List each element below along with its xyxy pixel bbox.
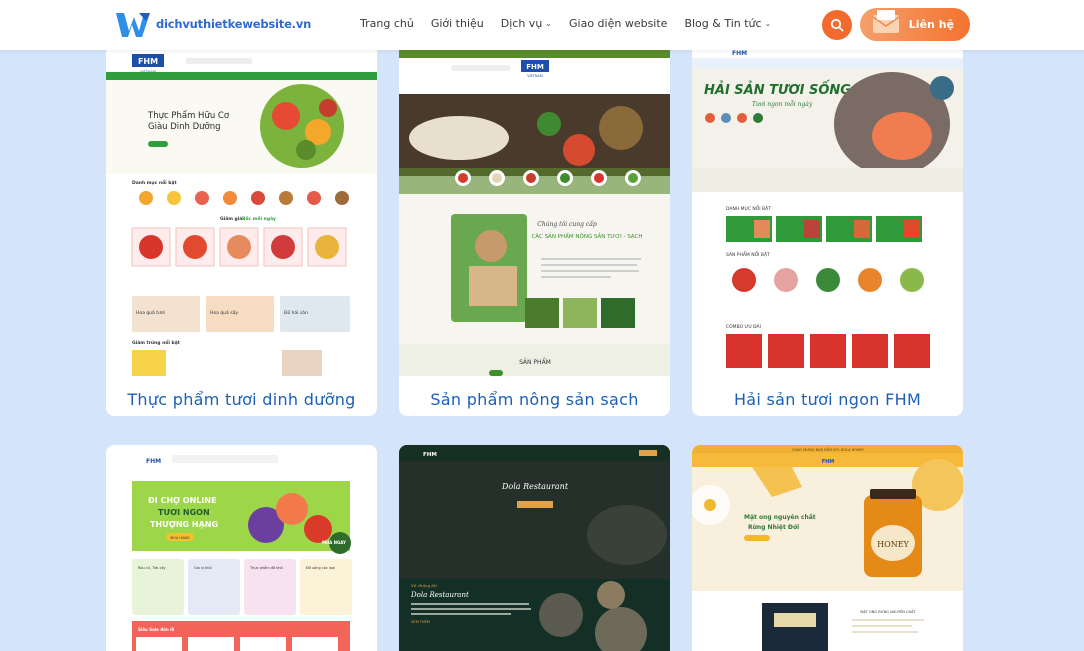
preview-section-title: COMBO ƯU ĐÃI	[726, 323, 761, 330]
search-icon	[830, 18, 844, 32]
preview-category: Đồ uống các loại	[306, 566, 335, 570]
preview-section-highlight: Bốc mỗi ngày	[242, 215, 276, 222]
preview-hero-heading: TƯƠI NGON	[158, 508, 210, 517]
template-preview-image: FHM ĐI CHỢ ONLINE TƯƠI NGON THƯỢNG HẠNG …	[106, 445, 377, 651]
chevron-down-icon: ⌄	[764, 19, 772, 28]
card-title[interactable]: Sản phẩm nông sản sạch	[399, 390, 670, 409]
preview-section-title: Giảm trứng nổi bật	[132, 339, 181, 346]
nav-label: Trang chủ	[360, 17, 414, 30]
template-preview-image: FHM VIETNAM Thực Phẩm Hữu Cơ Giàu Dinh D…	[106, 28, 377, 376]
nav-label: Giới thiệu	[430, 17, 484, 30]
nav-item-home[interactable]: Trang chủ	[360, 17, 414, 30]
preview-promo: Hoa quả tươi	[136, 309, 165, 316]
mail-icon	[872, 10, 900, 33]
card-title[interactable]: Thực phẩm tươi dinh dưỡng	[106, 390, 377, 409]
preview-hero-button: MUA HÀNG	[170, 535, 190, 540]
template-card-seafood[interactable]: FHM HẢI SẢN TƯƠI SỐNG Tươi ngon mỗi ngày…	[692, 28, 963, 416]
search-button[interactable]	[822, 10, 852, 40]
preview-hero-heading: HẢI SẢN TƯƠI SỐNG	[704, 80, 851, 98]
nav-label: Blog & Tin tức	[684, 17, 762, 30]
card-title[interactable]: Hải sản tươi ngon FHM	[692, 390, 963, 409]
preview-brand-sub: VIETNAM	[527, 74, 543, 78]
site-header: dichvuthietkewebsite.vn Trang chủ Giới t…	[0, 0, 1084, 50]
template-card-restaurant[interactable]: FHM Dola Restaurant Về chúng tôi Dola Re…	[399, 445, 670, 651]
template-preview-image: FHM VIETNAM Chúng tôi cung cấp CÁC SẢN P…	[399, 28, 670, 376]
preview-category: Thực phẩm đồ khô	[249, 565, 283, 570]
preview-section-title: SẢN PHẨM	[519, 358, 551, 366]
nav-item-about[interactable]: Giới thiệu	[431, 17, 484, 30]
preview-jar-label: HONEY	[877, 540, 909, 549]
logo[interactable]: dichvuthietkewebsite.vn	[114, 9, 311, 39]
preview-hero-script: Tươi ngon mỗi ngày	[752, 101, 813, 108]
contact-label: Liên hệ	[908, 18, 954, 31]
nav-item-blog[interactable]: Blog & Tin tức ⌄	[684, 17, 771, 30]
preview-hero-heading: Rừng Nhiệt Đới	[748, 524, 799, 531]
template-preview-image: CHÀO MỪNG BẠN ĐẾN VỚI DOLA HONEY FHM Mật…	[692, 445, 963, 651]
template-preview-image: FHM HẢI SẢN TƯƠI SỐNG Tươi ngon mỗi ngày…	[692, 28, 963, 376]
preview-brand: FHM	[732, 50, 747, 57]
contact-button[interactable]: Liên hệ	[860, 8, 970, 41]
preview-hero-heading: THƯỢNG HẠNG	[150, 520, 218, 529]
template-card-agri-products[interactable]: FHM VIETNAM Chúng tôi cung cấp CÁC SẢN P…	[399, 28, 670, 416]
template-card-honey[interactable]: CHÀO MỪNG BẠN ĐẾN VỚI DOLA HONEY FHM Mật…	[692, 445, 963, 651]
preview-badge: MUA NGAY	[322, 540, 346, 545]
preview-brand: FHM	[423, 452, 437, 458]
preview-brand: FHM	[146, 458, 161, 465]
preview-promo: Hoa quả sấy	[210, 309, 238, 316]
preview-category: Gia vị khô	[194, 566, 212, 570]
main-nav: Trang chủ Giới thiệu Dịch vụ ⌄ Giao diện …	[360, 17, 788, 30]
preview-section-title: Giảm giá	[220, 215, 242, 222]
preview-section-title: Siêu Sale đón lễ	[138, 627, 174, 632]
preview-about-script: Dola Restaurant	[410, 591, 469, 599]
preview-category: Rau củ, Trái cây	[138, 566, 166, 570]
logo-mark-icon	[116, 13, 150, 37]
preview-heading: CÁC SẢN PHẨM NÔNG SẢN TƯƠI - SẠCH	[531, 232, 642, 240]
preview-hero-heading: Thực Phẩm Hữu Cơ	[147, 110, 230, 121]
nav-item-templates[interactable]: Giao diện website	[569, 17, 667, 30]
chevron-down-icon: ⌄	[545, 19, 552, 28]
preview-button: XEM THÊM	[411, 619, 430, 624]
preview-section-title: MẬT ONG RỪNG NGUYÊN CHẤT	[860, 609, 916, 614]
preview-brand: FHM	[526, 63, 544, 71]
preview-hero-heading-2: Giàu Dinh Dưỡng	[148, 122, 221, 132]
preview-hero-heading: Mật ong nguyên chất	[744, 514, 816, 521]
nav-label: Dịch vụ	[500, 17, 543, 30]
preview-brand: FHM	[138, 57, 158, 66]
nav-item-services[interactable]: Dịch vụ ⌄	[501, 17, 552, 30]
preview-hero-script: Dola Restaurant	[501, 482, 569, 491]
preview-brand: FHM	[822, 459, 835, 465]
template-card-online-market[interactable]: FHM ĐI CHỢ ONLINE TƯƠI NGON THƯỢNG HẠNG …	[106, 445, 377, 651]
preview-section-title: Danh mục nổi bật	[132, 179, 178, 186]
nav-label: Giao diện website	[569, 17, 668, 30]
preview-hero-heading: ĐI CHỢ ONLINE	[148, 496, 217, 505]
template-preview-image: FHM Dola Restaurant Về chúng tôi Dola Re…	[399, 445, 670, 651]
preview-about-label: Về chúng tôi	[411, 583, 437, 588]
logo-text: dichvuthietkewebsite.vn	[156, 17, 312, 31]
template-card-fresh-food[interactable]: FHM VIETNAM Thực Phẩm Hữu Cơ Giàu Dinh D…	[106, 28, 377, 416]
preview-script-heading: Chúng tôi cung cấp	[537, 221, 597, 228]
